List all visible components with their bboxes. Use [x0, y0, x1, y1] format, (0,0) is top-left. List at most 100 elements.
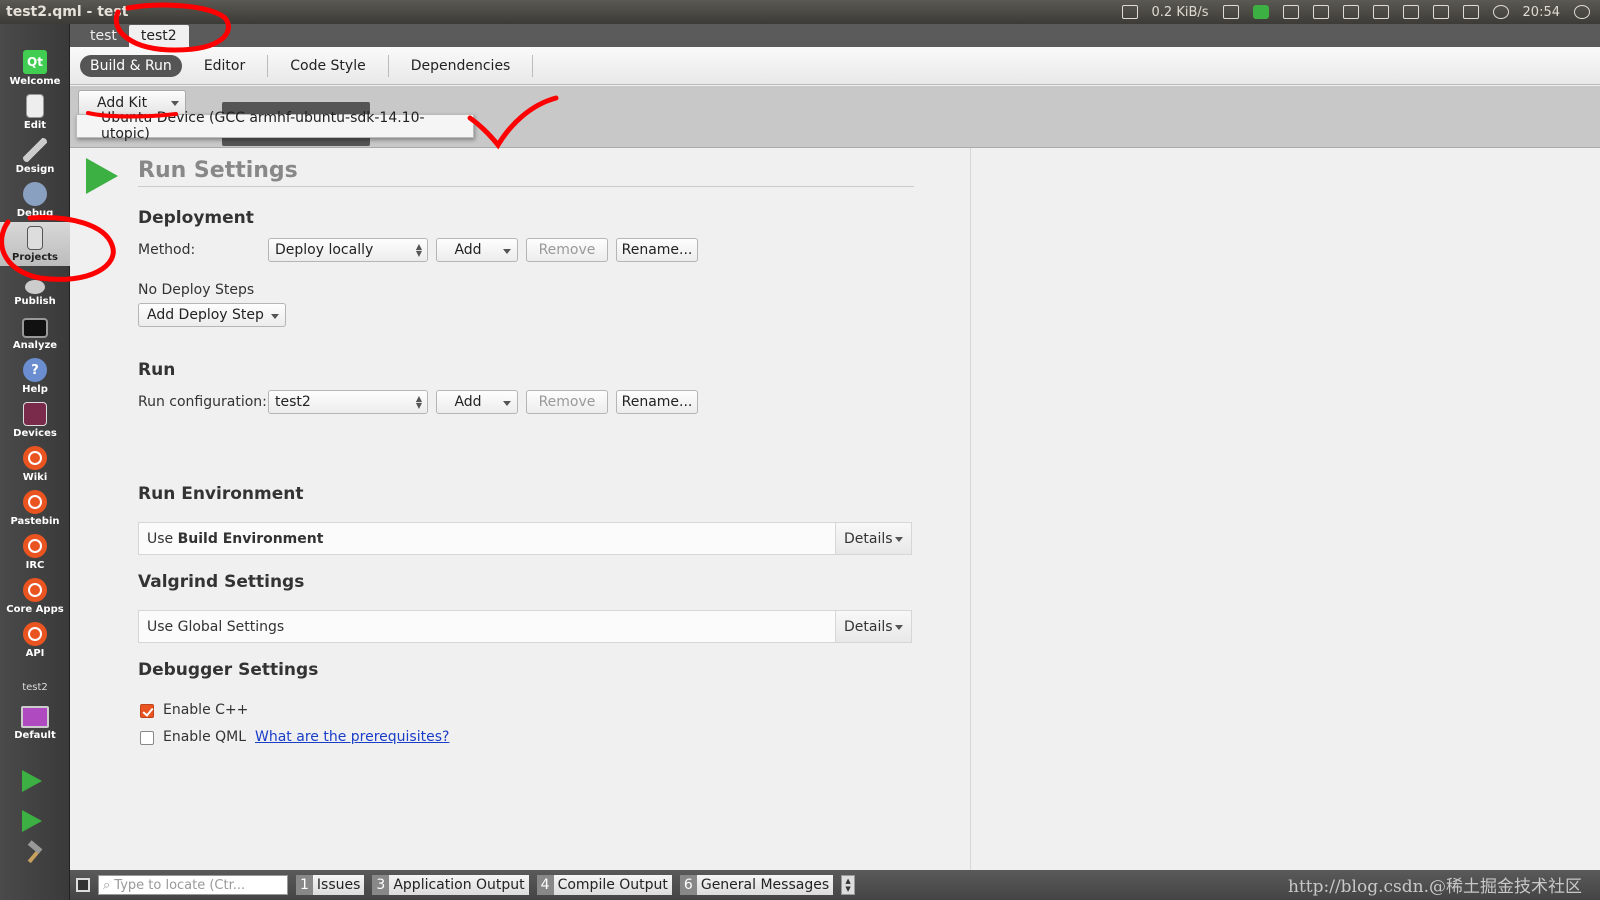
gear-icon[interactable]: [1574, 5, 1590, 19]
top-panel: test2.qml - test 0.2 KiB/s 20:54: [0, 0, 1600, 24]
mode-label: Welcome: [9, 76, 61, 87]
mode-projects[interactable]: Projects: [0, 222, 70, 266]
run-heading: Run: [138, 360, 176, 380]
tab-dependencies[interactable]: Dependencies: [401, 54, 534, 77]
pane-general-messages[interactable]: 6 General Messages: [679, 875, 834, 895]
run-rename-button[interactable]: Rename...: [616, 390, 698, 414]
mode-label: Publish: [14, 296, 56, 307]
run-button[interactable]: [22, 770, 42, 792]
prerequisites-link[interactable]: What are the prerequisites?: [255, 729, 449, 745]
method-label: Method:: [138, 242, 196, 258]
run-config-select[interactable]: test2 ▲ ▼: [268, 390, 428, 414]
deploy-remove-button[interactable]: Remove: [526, 238, 608, 262]
pane-label: General Messages: [696, 875, 834, 895]
locator-input[interactable]: ⌕ Type to locate (Ctr...: [98, 875, 288, 895]
build-hammer-icon[interactable]: [24, 842, 46, 864]
mode-label: Analyze: [12, 340, 58, 351]
env-prefix: Use: [147, 530, 178, 547]
chevron-down-icon: [895, 537, 903, 542]
mode-core-apps[interactable]: Core Apps: [0, 574, 70, 618]
run-settings-panel: Run Settings Deployment Method: Deploy l…: [70, 148, 970, 870]
mode-label: Pastebin: [10, 516, 60, 527]
tab-code-style[interactable]: Code Style: [280, 54, 389, 77]
pencil-icon: [23, 138, 47, 162]
kit-build-label: Default: [14, 730, 56, 741]
volume-icon[interactable]: [1492, 5, 1509, 19]
right-empty-pane: [970, 148, 1600, 870]
mode-irc[interactable]: IRC: [0, 530, 70, 574]
project-tab-test2[interactable]: test2: [128, 25, 189, 47]
transfer-icon[interactable]: [1372, 5, 1389, 19]
mode-welcome[interactable]: Qt Welcome: [0, 46, 70, 90]
pane-application-output[interactable]: 3 Application Output: [372, 875, 529, 895]
project-tabs: test test2: [70, 24, 1600, 47]
chevron-down-icon: [271, 314, 279, 319]
mode-label: IRC: [25, 560, 45, 571]
window-icon[interactable]: [1342, 5, 1359, 19]
chevron-down-icon: [171, 101, 179, 106]
debugger-heading: Debugger Settings: [138, 660, 319, 680]
mode-publish[interactable]: Publish: [0, 266, 70, 310]
deploy-method-value: Deploy locally: [275, 242, 374, 258]
enable-cpp-checkbox[interactable]: [140, 704, 154, 718]
keyboard-icon[interactable]: [1222, 5, 1239, 19]
deployment-heading: Deployment: [138, 208, 254, 228]
mode-edit[interactable]: Edit: [0, 90, 70, 134]
project-tab-test[interactable]: test: [78, 25, 129, 47]
tab-build-run[interactable]: Build & Run: [80, 54, 182, 77]
deploy-rename-button[interactable]: Rename...: [616, 238, 698, 262]
pane-issues[interactable]: 1 Issues: [296, 875, 365, 895]
tab-editor[interactable]: Editor: [194, 54, 269, 77]
bluetooth-icon[interactable]: [1402, 5, 1419, 19]
mode-pastebin[interactable]: Pastebin: [0, 486, 70, 530]
chevron-down-icon: [895, 625, 903, 630]
add-kit-menu-item[interactable]: Ubuntu Device (GCC armhf-ubuntu-sdk-14.1…: [76, 110, 474, 142]
run-environment-row: Use Build Environment Details: [138, 522, 912, 555]
mode-api[interactable]: API: [0, 618, 70, 662]
clock[interactable]: 20:54: [1523, 5, 1560, 20]
run-config-label: Run configuration:: [138, 394, 267, 410]
details-label: Details: [844, 530, 893, 547]
toggle-sidebar-icon[interactable]: [76, 878, 90, 892]
run-environment-text: Use Build Environment: [139, 531, 835, 547]
pane-compile-output[interactable]: 4 Compile Output: [536, 875, 672, 895]
ubuntu-icon: [23, 622, 47, 646]
run-add-button[interactable]: Add: [436, 390, 518, 414]
mode-debug[interactable]: Debug: [0, 178, 70, 222]
run-remove-button[interactable]: Remove: [526, 390, 608, 414]
mode-design[interactable]: Design: [0, 134, 70, 178]
battery-icon[interactable]: [1462, 5, 1479, 19]
mode-wiki[interactable]: Wiki: [0, 442, 70, 486]
ubuntu-icon: [23, 490, 47, 514]
publish-icon: [25, 280, 45, 294]
clip-icon[interactable]: [1282, 5, 1299, 19]
deploy-add-button[interactable]: Add: [436, 238, 518, 262]
enable-cpp-label: Enable C++: [163, 702, 249, 718]
network-arrows-icon[interactable]: [1121, 5, 1138, 19]
spin-arrows-icon: ▲ ▼: [415, 394, 422, 410]
add-deploy-step-label: Add Deploy Step: [147, 307, 264, 323]
window-title: test2.qml - test: [6, 4, 129, 20]
run-env-details-button[interactable]: Details: [835, 523, 911, 554]
no-deploy-steps-label: No Deploy Steps: [138, 282, 255, 298]
run-add-label: Add: [454, 394, 482, 410]
kit-selector[interactable]: Default: [0, 696, 70, 744]
add-deploy-step-button[interactable]: Add Deploy Step: [138, 303, 286, 327]
deploy-add-label: Add: [454, 242, 482, 258]
deploy-method-select[interactable]: Deploy locally ▲ ▼: [268, 238, 428, 262]
mail-icon[interactable]: [1432, 5, 1449, 19]
pane-scroll-icon[interactable]: ▲ ▼: [841, 875, 856, 895]
valgrind-details-button[interactable]: Details: [835, 611, 911, 642]
projects-icon: [27, 226, 43, 250]
debug-run-button[interactable]: [22, 810, 42, 832]
mode-help[interactable]: ? Help: [0, 354, 70, 398]
sync-icon[interactable]: [1252, 5, 1269, 19]
menu-icon[interactable]: [1312, 5, 1329, 19]
mode-devices[interactable]: Devices: [0, 398, 70, 442]
net-speed: 0.2 KiB/s: [1151, 4, 1209, 20]
enable-qml-checkbox[interactable]: [140, 731, 154, 745]
watermark: http://blog.csdn.@稀土掘金技术社区: [1288, 877, 1582, 897]
mode-label: Design: [15, 164, 55, 175]
mode-analyze[interactable]: Analyze: [0, 310, 70, 354]
page-title: Run Settings: [138, 158, 298, 183]
